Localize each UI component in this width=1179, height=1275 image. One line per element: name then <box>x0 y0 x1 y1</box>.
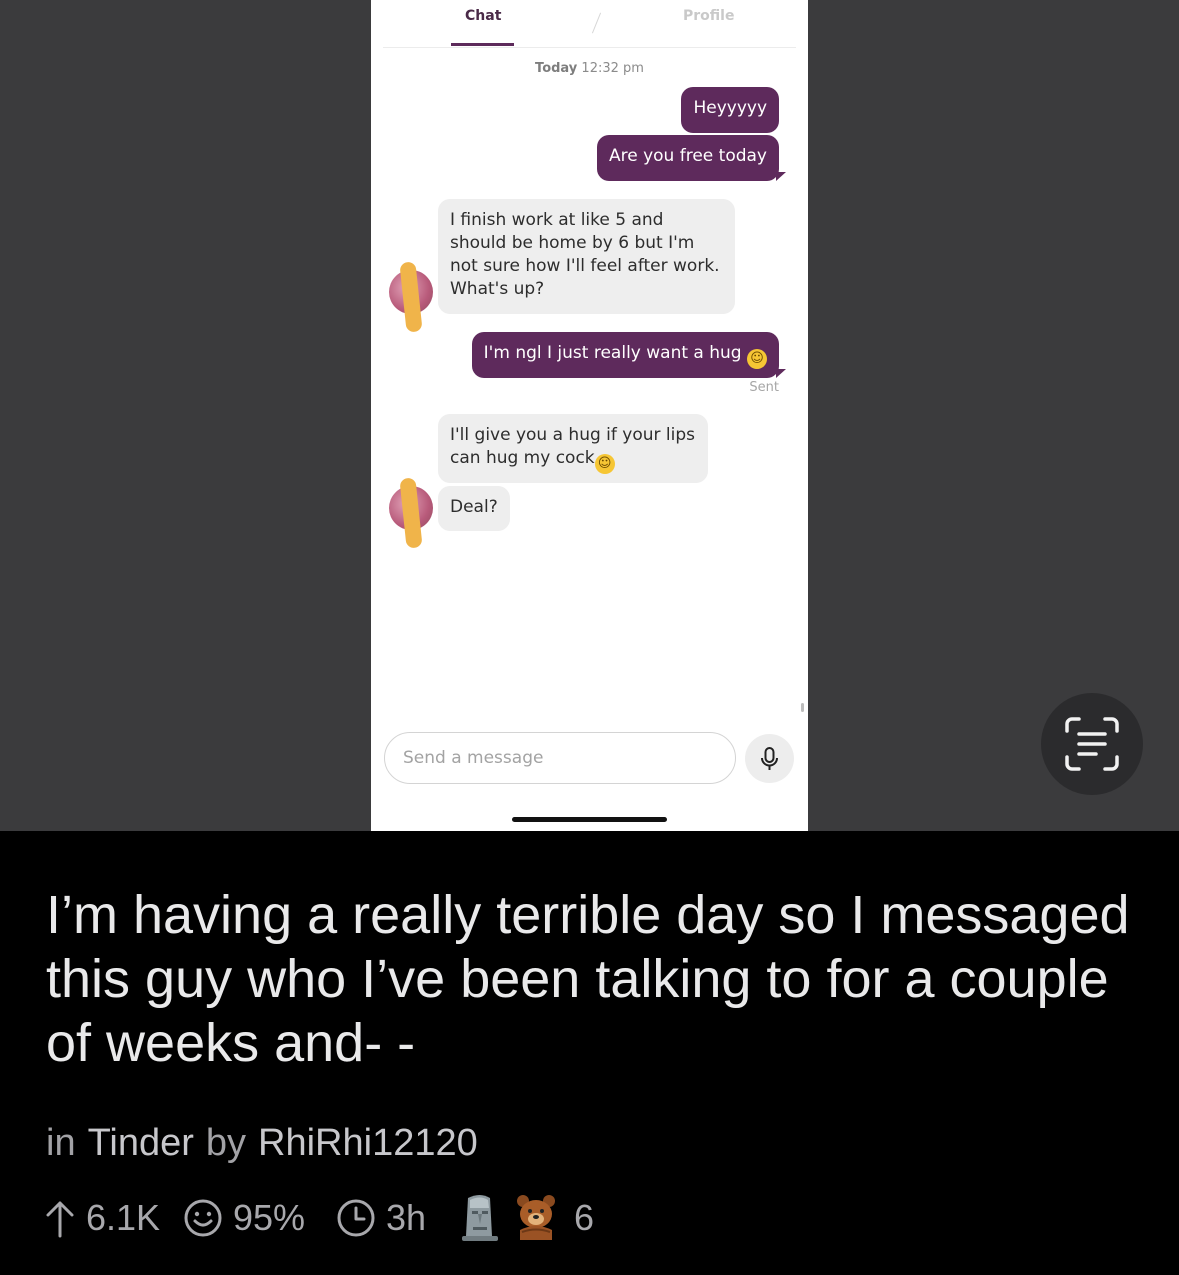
award-count: 6 <box>574 1197 595 1238</box>
mic-icon <box>761 747 778 770</box>
timestamp-day: Today <box>535 61 578 76</box>
message-input[interactable] <box>384 732 736 784</box>
sent-status: Sent <box>749 380 779 395</box>
scroll-indicator[interactable] <box>801 703 804 712</box>
award-count-stat: 6 <box>574 1192 594 1244</box>
byline-by-label: by <box>205 1122 247 1164</box>
bubble-tail <box>776 369 786 378</box>
post-title[interactable]: I’m having a really terrible day so I me… <box>46 883 1146 1075</box>
bear-award-icon[interactable] <box>514 1192 558 1242</box>
chat-screenshot: Chat Profile Today 12:32 pm Heyyyyy Are … <box>371 0 808 831</box>
live-text-button[interactable] <box>1041 693 1143 795</box>
grinning-sweat-emoji-icon: ☺ <box>747 349 767 369</box>
tab-chat[interactable]: Chat <box>465 8 501 24</box>
active-tab-indicator <box>451 43 514 46</box>
post-age: 3h <box>386 1197 427 1238</box>
avatar[interactable] <box>389 261 433 333</box>
upvote-arrow-icon <box>46 1201 74 1238</box>
subreddit-link[interactable]: Tinder <box>88 1122 194 1164</box>
live-text-icon <box>1065 717 1119 771</box>
tab-divider <box>591 12 602 34</box>
message-bubble-sent: I'm ngl I just really want a hug ☺ <box>471 332 779 378</box>
message-text: I'll give you a hug if your lips can hug… <box>450 425 696 468</box>
message-bubble-received: I finish work at like 5 and should be ho… <box>438 199 735 314</box>
message-bubble-received: I'll give you a hug if your lips can hug… <box>438 414 708 483</box>
message-text: I'm ngl I just really want a hug <box>483 343 742 363</box>
upvote-ratio: 95% <box>233 1197 306 1238</box>
post-byline: in Tinder by RhiRhi12120 <box>46 1122 490 1165</box>
upvote-stat[interactable]: 6.1K <box>44 1192 160 1244</box>
tab-profile[interactable]: Profile <box>683 8 734 24</box>
byline-in-label: in <box>46 1122 76 1164</box>
mic-button[interactable] <box>745 734 794 783</box>
message-bubble-sent: Are you free today <box>596 135 779 181</box>
conversation-timestamp: Today 12:32 pm <box>371 61 808 76</box>
tab-bar: Chat Profile <box>383 0 796 48</box>
home-indicator <box>512 817 667 822</box>
upvote-ratio-stat: 95% <box>183 1192 305 1244</box>
smiley-icon <box>184 1199 222 1237</box>
timestamp-time: 12:32 pm <box>581 61 644 76</box>
moai-award-icon[interactable] <box>458 1192 502 1242</box>
image-viewer: Chat Profile Today 12:32 pm Heyyyyy Are … <box>0 0 1179 831</box>
message-bubble-sent: Heyyyyy <box>681 87 779 133</box>
age-stat: 3h <box>336 1192 426 1244</box>
clock-icon <box>337 1199 375 1237</box>
message-bubble-received: Deal? <box>438 486 510 531</box>
avatar[interactable] <box>389 477 433 549</box>
author-link[interactable]: RhiRhi12120 <box>258 1122 478 1164</box>
rofl-emoji-icon: ☺ <box>594 454 615 474</box>
upvote-count: 6.1K <box>86 1197 161 1238</box>
bubble-tail <box>776 172 786 181</box>
